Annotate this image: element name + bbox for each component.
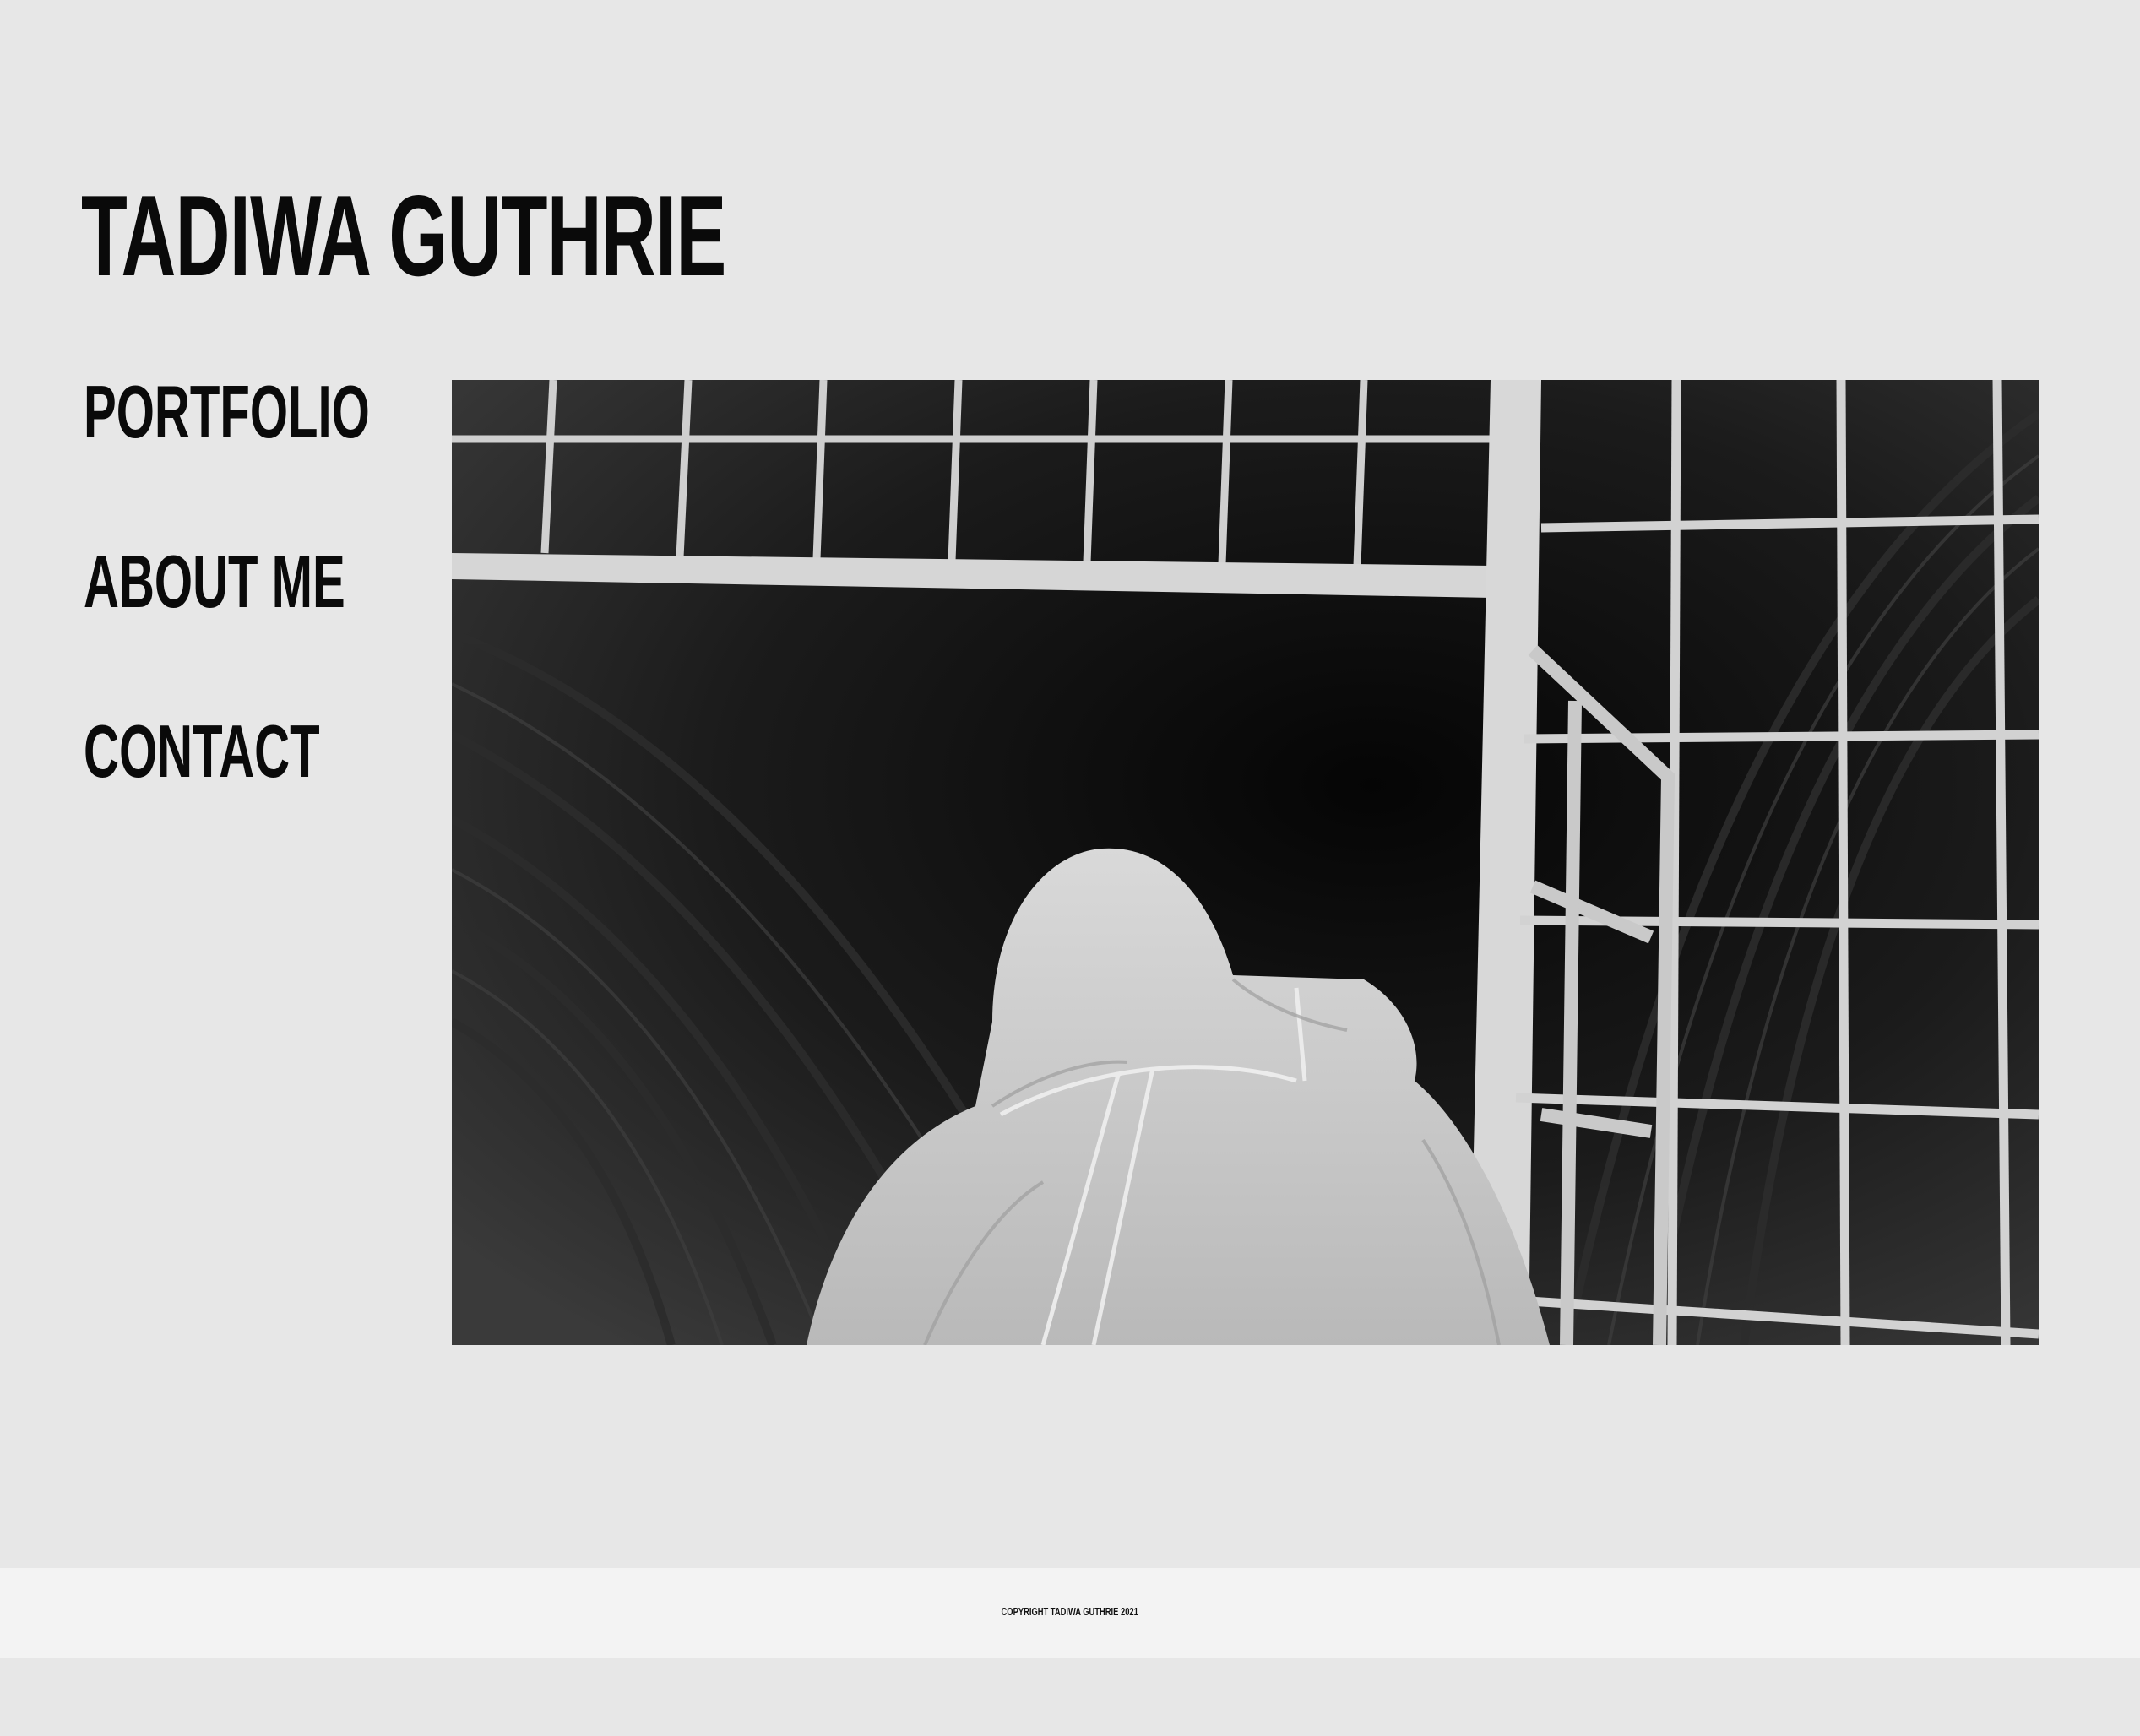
footer: COPYRIGHT TADIWA GUTHRIE 2021 — [0, 1568, 2140, 1658]
nav-link-about-me[interactable]: ABOUT ME — [84, 545, 345, 619]
hero-photo-illustration — [452, 380, 2039, 1345]
copyright-text: COPYRIGHT TADIWA GUTHRIE 2021 — [1001, 1605, 1139, 1618]
nav-link-portfolio[interactable]: PORTFOLIO — [84, 375, 370, 449]
nav-link-contact[interactable]: CONTACT — [84, 714, 320, 789]
hero-photo — [452, 380, 2039, 1345]
site-title[interactable]: TADIWA GUTHRIE — [81, 178, 726, 293]
